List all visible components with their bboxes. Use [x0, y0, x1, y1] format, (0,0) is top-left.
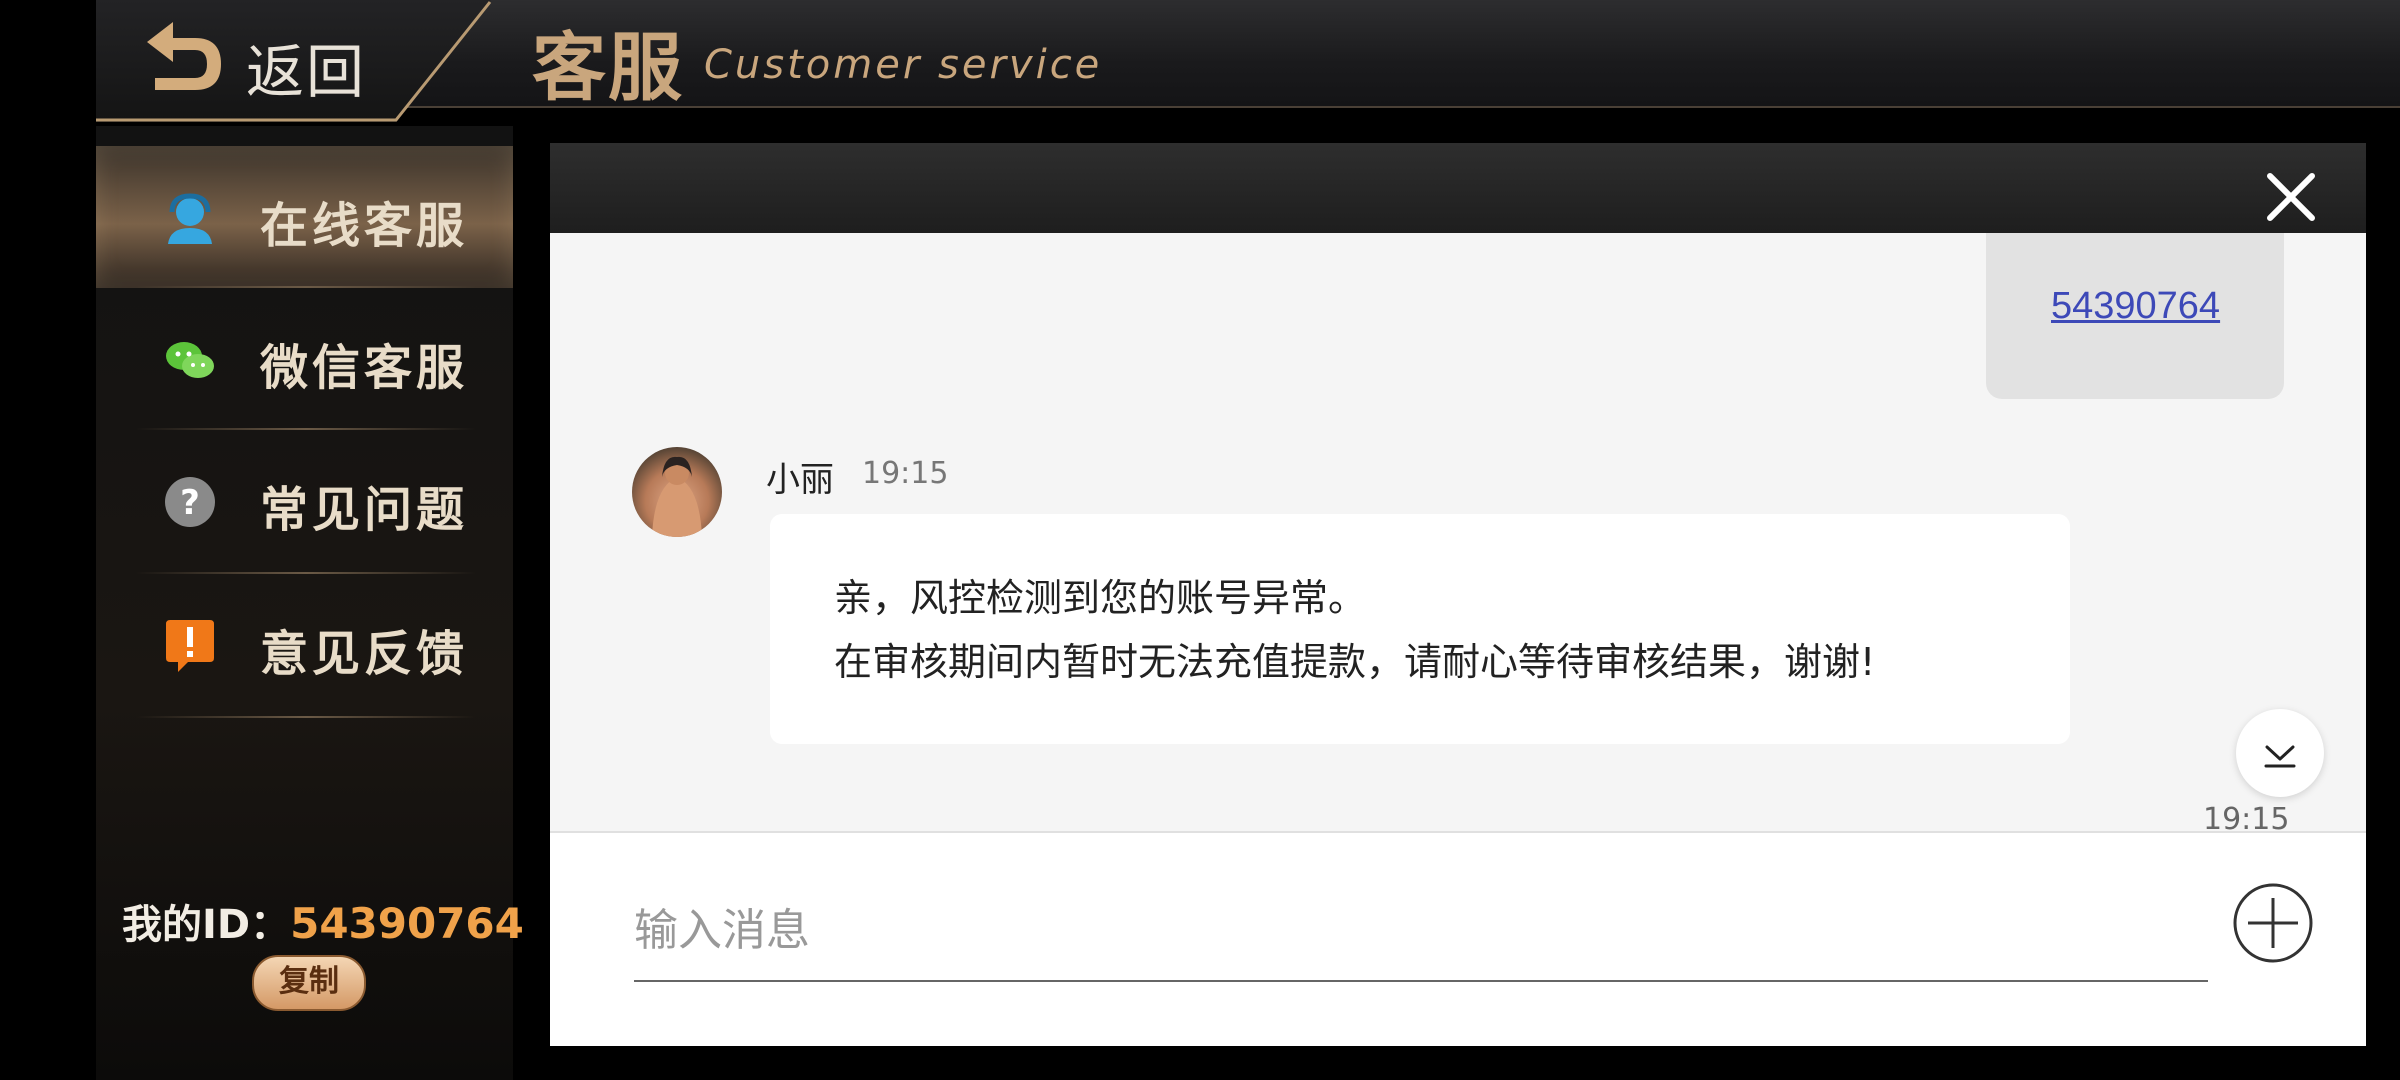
back-arrow-icon[interactable]	[143, 18, 225, 94]
sidebar-item-faq[interactable]: ? 常见问题	[96, 430, 513, 572]
received-message-bubble	[770, 514, 2070, 744]
chevron-down-icon	[2264, 745, 2296, 768]
sidebar-item-label: 意见反馈	[260, 626, 469, 682]
copy-id-button[interactable]: 复制	[252, 955, 366, 1011]
message-text-line: 亲，风控检测到您的账号异常。	[834, 576, 1367, 620]
message-input[interactable]	[634, 880, 2208, 982]
page-title: 客服	[532, 25, 684, 111]
user-id-value: 54390764	[290, 899, 524, 948]
message-timestamp: 19:15	[862, 456, 949, 491]
close-icon[interactable]	[2264, 170, 2318, 224]
sent-message-text[interactable]: 54390764	[2051, 285, 2220, 328]
wechat-icon	[166, 342, 214, 378]
feedback-icon	[166, 620, 214, 672]
sidebar-item-online-service[interactable]: 在线客服	[96, 146, 513, 288]
user-id-row: 我的ID：54390764	[122, 892, 524, 950]
agent-icon	[168, 193, 212, 244]
sidebar-item-feedback[interactable]: 意见反馈	[96, 574, 513, 716]
avatar-portrait-icon	[652, 456, 702, 537]
user-id-label: 我的ID：	[122, 902, 291, 948]
back-label[interactable]: 返回	[246, 25, 366, 109]
menu-divider	[136, 716, 476, 718]
page-subtitle: Customer service	[704, 42, 1103, 88]
message-text-line: 在审核期间内暂时无法充值提款，请耐心等待审核结果，谢谢!	[834, 640, 1876, 684]
scroll-to-bottom-button[interactable]	[2236, 709, 2324, 797]
sidebar-item-wechat-service[interactable]: 微信客服	[96, 288, 513, 430]
chat-header	[550, 143, 2366, 233]
question-icon: ?	[165, 477, 215, 527]
sidebar-item-label: 微信客服	[260, 340, 469, 396]
svg-text:?: ?	[180, 483, 200, 523]
sender-name: 小丽	[766, 460, 834, 500]
sidebar-item-label: 常见问题	[260, 482, 469, 538]
sidebar-item-label: 在线客服	[260, 198, 469, 254]
add-attachment-icon[interactable]	[2232, 882, 2314, 964]
avatar[interactable]	[632, 447, 722, 537]
